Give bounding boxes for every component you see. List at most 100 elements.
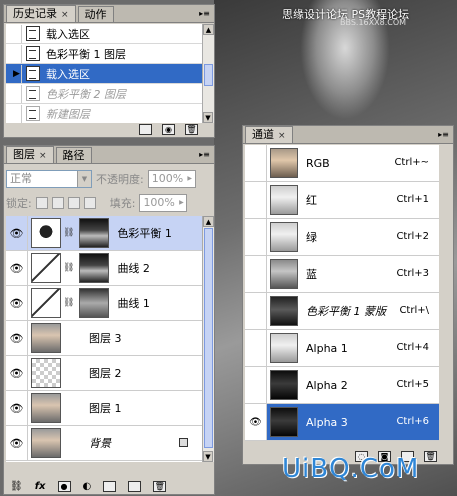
chevron-right-icon[interactable]: ▶ xyxy=(176,195,186,211)
eye-icon[interactable]: 👁 xyxy=(6,356,28,390)
channel-row[interactable]: RGB Ctrl+~ xyxy=(245,145,439,182)
visibility-toggle[interactable] xyxy=(245,367,267,403)
tab-channels[interactable]: 通道 × xyxy=(245,126,293,143)
channel-row-selected[interactable]: 👁 Alpha 3 Ctrl+6 xyxy=(245,404,439,441)
panel-menu-icon[interactable]: ▸≡ xyxy=(198,8,211,20)
scroll-thumb[interactable] xyxy=(204,228,213,448)
chain-link-icon[interactable]: ⛓ xyxy=(63,298,74,308)
scroll-up-icon[interactable]: ▲ xyxy=(203,216,214,227)
chevron-right-icon[interactable]: ▶ xyxy=(185,171,195,187)
channel-row[interactable]: 色彩平衡 1 蒙版 Ctrl+\ xyxy=(245,293,439,330)
curves-icon xyxy=(31,253,61,283)
eye-icon[interactable]: 👁 xyxy=(6,391,28,425)
link-icon[interactable]: ⛓ xyxy=(10,481,23,492)
history-source-box[interactable] xyxy=(6,84,22,103)
layer-row[interactable]: 👁 ⛓ 曲线 2 xyxy=(6,251,202,286)
trash-icon[interactable]: 🗑 xyxy=(153,481,167,492)
eye-icon[interactable]: 👁 xyxy=(6,321,28,355)
channel-thumbnail xyxy=(270,148,298,178)
blend-mode-select[interactable]: 正常 ▼ xyxy=(6,170,92,188)
history-item[interactable]: 色彩平衡 2 图层 xyxy=(6,84,202,104)
lock-transparency-icon[interactable] xyxy=(35,197,48,209)
fx-icon[interactable]: fx xyxy=(35,481,46,492)
new-layer-icon[interactable] xyxy=(128,481,142,492)
channel-row[interactable]: Alpha 2 Ctrl+5 xyxy=(245,367,439,404)
channels-list: RGB Ctrl+~ 红 Ctrl+1 绿 Ctrl+2 蓝 Ctrl+3 色彩… xyxy=(245,145,439,441)
trash-icon[interactable]: 🗑 xyxy=(185,124,198,135)
tab-history[interactable]: 历史记录 × xyxy=(6,5,76,22)
visibility-toggle[interactable] xyxy=(245,256,267,292)
folder-icon[interactable] xyxy=(103,481,117,492)
chain-link-icon[interactable]: ⛓ xyxy=(63,263,74,273)
layer-row[interactable]: 👁 ⛓ 曲线 1 xyxy=(6,286,202,321)
layer-row[interactable]: 👁 图层 2 xyxy=(6,356,202,391)
mask-icon[interactable]: ● xyxy=(57,481,71,492)
history-source-box[interactable] xyxy=(6,104,22,123)
chain-link-icon[interactable]: ⛓ xyxy=(63,228,74,238)
close-icon[interactable]: × xyxy=(61,10,69,20)
layer-mask-thumbnail[interactable] xyxy=(79,218,110,248)
fill-input[interactable]: 100% ▶ xyxy=(139,194,188,212)
channel-row[interactable]: 蓝 Ctrl+3 xyxy=(245,256,439,293)
channel-row[interactable]: 红 Ctrl+1 xyxy=(245,182,439,219)
layer-row[interactable]: 👁 背景 xyxy=(6,426,202,461)
panel-menu-icon[interactable]: ▸≡ xyxy=(437,129,450,141)
history-scrollbar[interactable]: ▲ ▼ xyxy=(202,24,214,123)
channel-shortcut: Ctrl+\ xyxy=(399,305,429,316)
layer-mask-thumbnail[interactable] xyxy=(79,288,110,318)
opacity-input[interactable]: 100% ▶ xyxy=(147,170,196,188)
history-item[interactable]: 色彩平衡 1 图层 xyxy=(6,44,202,64)
layer-name: 图层 2 xyxy=(89,367,122,380)
layer-name: 图层 1 xyxy=(89,402,122,415)
layers-scrollbar[interactable]: ▲ ▼ xyxy=(202,216,214,462)
scroll-down-icon[interactable]: ▼ xyxy=(203,451,213,462)
eye-icon[interactable]: 👁 xyxy=(245,404,267,440)
snapshot-icon[interactable]: ◉ xyxy=(162,124,175,135)
layer-row[interactable]: 👁 图层 1 xyxy=(6,391,202,426)
channel-name: Alpha 1 xyxy=(306,341,348,355)
eye-icon[interactable]: 👁 xyxy=(6,251,28,285)
layer-thumbnail xyxy=(31,428,61,458)
fill-label: 填充: xyxy=(109,197,136,210)
channel-thumbnail xyxy=(270,259,298,289)
close-icon[interactable]: × xyxy=(278,131,286,141)
new-document-icon[interactable] xyxy=(139,124,152,135)
eye-icon[interactable]: 👁 xyxy=(6,286,28,320)
channel-name: 蓝 xyxy=(306,268,317,281)
eye-icon[interactable]: 👁 xyxy=(6,216,28,250)
channel-row[interactable]: 绿 Ctrl+2 xyxy=(245,219,439,256)
lock-pixels-icon[interactable] xyxy=(51,197,64,209)
scroll-down-icon[interactable]: ▼ xyxy=(203,112,213,123)
lock-position-icon[interactable] xyxy=(67,197,80,209)
layer-mask-thumbnail[interactable] xyxy=(79,253,110,283)
eye-icon[interactable]: 👁 xyxy=(6,426,28,460)
history-source-box[interactable] xyxy=(6,24,22,43)
layer-row[interactable]: 👁 图层 3 xyxy=(6,321,202,356)
history-item[interactable]: 新建图层 xyxy=(6,104,202,123)
panel-menu-icon[interactable]: ▸≡ xyxy=(198,149,211,161)
close-icon[interactable]: × xyxy=(39,151,47,161)
channel-row[interactable]: Alpha 1 Ctrl+4 xyxy=(245,330,439,367)
channel-name: RGB xyxy=(306,156,330,170)
layers-list: 👁 ⛓ 色彩平衡 1 👁 ⛓ 曲线 2 👁 ⛓ 曲线 1 👁 图层 3 👁 图层… xyxy=(6,216,202,462)
history-source-box[interactable]: ▶ xyxy=(6,64,22,83)
lock-all-icon[interactable] xyxy=(83,197,96,209)
visibility-toggle[interactable] xyxy=(245,330,267,366)
adjustment-icon[interactable]: ◐ xyxy=(83,481,92,492)
visibility-toggle[interactable] xyxy=(245,182,267,218)
lock-icon xyxy=(179,438,188,447)
scroll-up-icon[interactable]: ▲ xyxy=(203,24,214,35)
visibility-toggle[interactable] xyxy=(245,219,267,255)
tab-layers[interactable]: 图层 × xyxy=(6,146,54,163)
tab-actions[interactable]: 动作 xyxy=(77,6,114,22)
tab-paths[interactable]: 路径 xyxy=(55,147,92,163)
history-item[interactable]: 载入选区 xyxy=(6,24,202,44)
history-item-selected[interactable]: ▶ 载入选区 xyxy=(6,64,202,84)
lock-label: 锁定: xyxy=(6,197,32,210)
layer-row[interactable]: 👁 ⛓ 色彩平衡 1 xyxy=(6,216,202,251)
visibility-toggle[interactable] xyxy=(245,293,267,329)
scroll-thumb[interactable] xyxy=(204,64,213,86)
history-source-box[interactable] xyxy=(6,44,22,63)
visibility-toggle[interactable] xyxy=(245,145,267,181)
history-footer: ◉ 🗑 xyxy=(139,124,198,135)
